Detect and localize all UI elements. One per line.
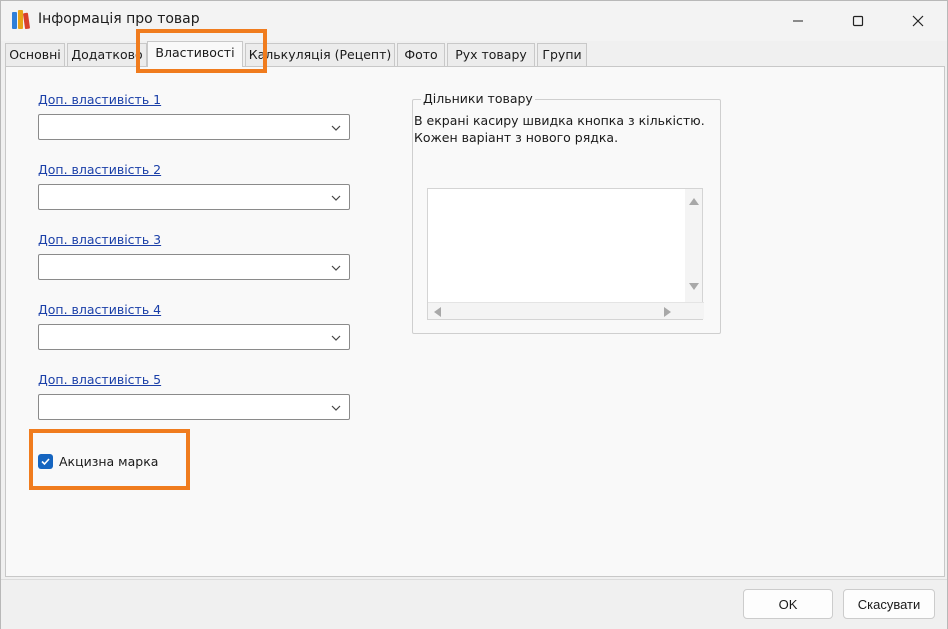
minimize-button[interactable] [775, 1, 821, 41]
tab-calculation[interactable]: Калькуляція (Рецепт) [245, 43, 395, 67]
excise-mark-checkbox[interactable] [38, 453, 53, 469]
chevron-down-icon [331, 195, 341, 201]
property-3-link[interactable]: Доп. властивість 3 [38, 232, 161, 247]
description-line-1: В екрані касиру швидка кнопка з кількіст… [414, 113, 705, 128]
property-2-combo[interactable] [38, 184, 350, 210]
product-sections-title: Дільники товару [421, 91, 535, 106]
maximize-icon [852, 15, 864, 27]
property-3-combo[interactable] [38, 254, 350, 280]
product-sections-description: В екрані касиру швидка кнопка з кількіст… [414, 112, 705, 146]
dialog-footer: OK Скасувати [1, 579, 947, 629]
scroll-up-icon[interactable] [689, 198, 699, 205]
chevron-down-icon [331, 405, 341, 411]
tab-product-movement[interactable]: Рух товару [447, 43, 535, 67]
maximize-button[interactable] [835, 1, 881, 41]
tab-photo[interactable]: Фото [397, 43, 445, 67]
close-icon [912, 15, 924, 27]
ok-button[interactable]: OK [743, 589, 833, 619]
tab-additional[interactable]: Додатково [67, 43, 147, 67]
description-line-2: Кожен варіант з нового рядка. [414, 130, 619, 145]
property-1-link[interactable]: Доп. властивість 1 [38, 92, 161, 107]
excise-mark-label[interactable]: Акцизна марка [59, 454, 158, 469]
title-bar: Інформація про товар [1, 1, 947, 41]
product-info-window: Інформація про товар Основні Додатково В… [0, 0, 948, 629]
check-icon [41, 457, 50, 465]
vertical-scrollbar[interactable] [685, 189, 702, 303]
properties-page: Доп. властивість 1 Доп. властивість 2 До… [5, 66, 945, 577]
tab-properties[interactable]: Властивості [147, 41, 243, 67]
tab-bar: Основні Додатково Властивості Калькуляці… [5, 41, 945, 67]
property-1-combo[interactable] [38, 114, 350, 140]
minimize-icon [793, 20, 803, 22]
books-icon [12, 10, 30, 30]
property-2-link[interactable]: Доп. властивість 2 [38, 162, 161, 177]
close-button[interactable] [895, 1, 941, 41]
chevron-down-icon [331, 265, 341, 271]
excise-mark-row: Акцизна марка [38, 451, 158, 471]
product-sections-group: Дільники товару В екрані касиру швидка к… [412, 91, 721, 334]
cancel-button[interactable]: Скасувати [843, 589, 935, 619]
property-4-link[interactable]: Доп. властивість 4 [38, 302, 161, 317]
property-5-link[interactable]: Доп. властивість 5 [38, 372, 161, 387]
scroll-right-icon[interactable] [664, 307, 671, 317]
window-title: Інформація про товар [38, 11, 200, 27]
scroll-left-icon[interactable] [434, 307, 441, 317]
property-5-combo[interactable] [38, 394, 350, 420]
chevron-down-icon [331, 335, 341, 341]
horizontal-scrollbar[interactable] [428, 302, 704, 319]
property-4-combo[interactable] [38, 324, 350, 350]
scroll-down-icon[interactable] [689, 283, 699, 290]
product-sections-memo[interactable] [427, 188, 704, 320]
chevron-down-icon [331, 125, 341, 131]
tab-main[interactable]: Основні [5, 43, 65, 67]
tab-groups[interactable]: Групи [537, 43, 587, 67]
